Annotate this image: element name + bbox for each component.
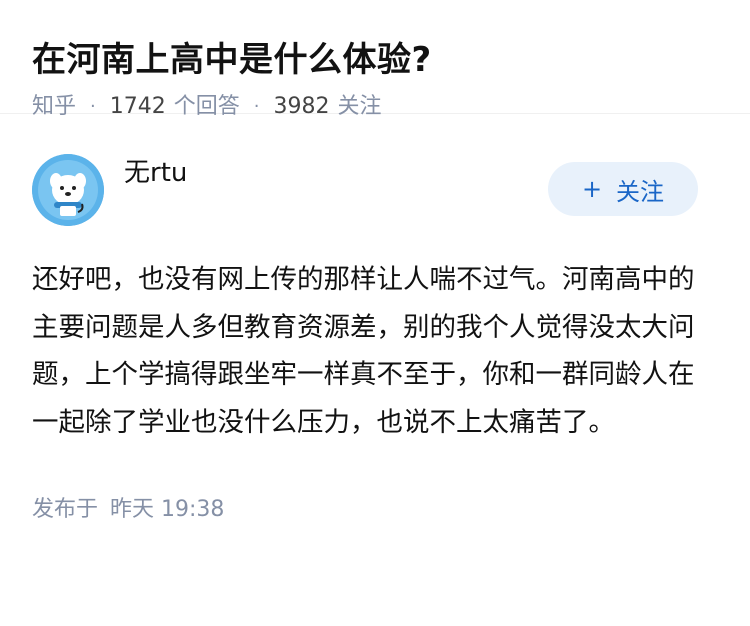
question-header: 在河南上高中是什么体验? 知乎 · 1742 个回答 · 3982 关注 xyxy=(0,0,750,119)
question-title[interactable]: 在河南上高中是什么体验? xyxy=(32,38,718,82)
plus-icon: + xyxy=(581,175,603,203)
avatar[interactable] xyxy=(32,154,104,226)
follow-button[interactable]: + 关注 xyxy=(548,162,698,216)
meta-separator: · xyxy=(90,96,96,117)
answer-card: 无rtu + 关注 还好吧，也没有网上传的那样让人喘不过气。河南高中的主要问题是… xyxy=(0,114,750,523)
publish-label: 发布于 xyxy=(32,497,99,522)
source-label: 知乎 xyxy=(32,94,77,119)
publish-timestamp: 昨天 19:38 xyxy=(110,497,225,522)
meta-separator: · xyxy=(253,96,260,117)
follower-count: 3982 xyxy=(273,94,330,119)
answer-count-label[interactable]: 个回答 xyxy=(174,92,240,122)
answer-content[interactable]: 还好吧，也没有网上传的那样让人喘不过气。河南高中的主要问题是人多但教育资源差，别… xyxy=(32,256,702,446)
author-row: 无rtu + 关注 xyxy=(32,120,718,260)
cartoon-dog-avatar-icon xyxy=(32,154,104,226)
publish-time: 发布于 昨天 19:38 xyxy=(32,491,718,523)
author-name[interactable]: 无rtu xyxy=(124,152,187,189)
answer-count: 1742 xyxy=(109,94,166,119)
follower-count-label: 关注 xyxy=(337,94,382,119)
follow-button-label: 关注 xyxy=(616,177,665,206)
